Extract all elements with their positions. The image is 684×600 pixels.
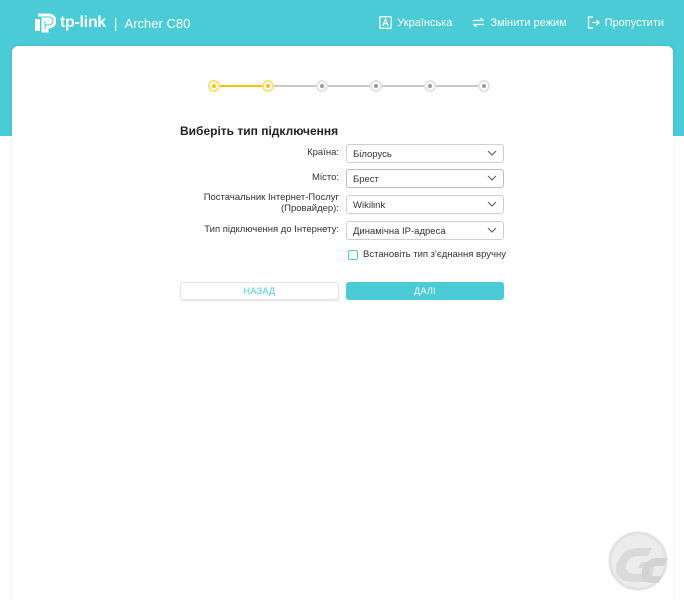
stepper-step-1: [208, 80, 220, 92]
city-select[interactable]: Брест: [346, 169, 504, 188]
top-header: tp-link | Archer C80 Українська Змінити …: [0, 0, 684, 46]
next-button[interactable]: ДАЛІ: [346, 282, 504, 300]
stepper-connector: [220, 85, 262, 87]
connection-type-label: Тип підключення до Інтернету:: [204, 224, 339, 235]
chevron-down-icon: [487, 150, 497, 156]
isp-label-line1: Постачальник Інтернет-Послуг: [203, 192, 339, 203]
city-value: Брест: [353, 174, 379, 185]
site-watermark-logo: [608, 531, 668, 591]
city-row: Місто: Брест: [180, 169, 505, 188]
country-select[interactable]: Білорусь: [346, 144, 504, 163]
brand-name: tp-link: [60, 14, 106, 31]
page-title: Виберіть тип підключення: [180, 124, 339, 138]
tplink-logo-icon: [35, 13, 56, 33]
country-label: Країна:: [307, 147, 339, 158]
stepper-step-2: [262, 80, 274, 92]
language-button[interactable]: Українська: [379, 16, 452, 29]
switch-mode-label: Змінити режим: [490, 16, 567, 29]
country-row: Країна: Білорусь: [180, 144, 505, 163]
isp-label: Постачальник Інтернет-Послуг (Провайдер)…: [204, 192, 339, 214]
stepper-connector: [382, 85, 424, 87]
stepper-connector: [436, 85, 478, 87]
skip-button[interactable]: Пропустити: [587, 16, 664, 29]
chevron-down-icon: [487, 201, 497, 207]
wizard-card: Виберіть тип підключення Країна: Білорус…: [12, 46, 673, 600]
skip-icon: [587, 16, 600, 29]
header-actions: Українська Змінити режим Пропустити: [379, 16, 664, 29]
switch-mode-icon: [472, 17, 485, 28]
brand: tp-link | Archer C80: [34, 12, 190, 34]
isp-select[interactable]: Wikilink: [346, 195, 504, 214]
tplink-logo: tp-link: [34, 12, 106, 34]
stepper-connector: [274, 85, 316, 87]
language-icon: [379, 16, 393, 29]
brand-separator: |: [113, 15, 118, 31]
stepper-step-5: [424, 80, 436, 92]
isp-row: Постачальник Інтернет-Послуг (Провайдер)…: [180, 192, 505, 214]
stepper-connector: [328, 85, 370, 87]
language-label: Українська: [397, 16, 453, 29]
isp-value: Wikilink: [353, 200, 386, 211]
city-label: Місто:: [312, 172, 339, 183]
chevron-down-icon: [487, 227, 497, 233]
isp-label-line2: (Провайдер):: [280, 203, 339, 214]
manual-connection-label: Встановіть тип з'єднання вручну: [363, 249, 506, 260]
chevron-down-icon: [487, 175, 497, 181]
skip-label: Пропустити: [604, 16, 664, 29]
model-name: Archer C80: [124, 15, 191, 31]
progress-stepper: [208, 79, 498, 93]
stepper-step-3: [316, 80, 328, 92]
manual-connection-option[interactable]: Встановіть тип з'єднання вручну: [348, 249, 506, 260]
back-button[interactable]: НАЗАД: [180, 282, 339, 300]
switch-mode-button[interactable]: Змінити режим: [472, 16, 567, 29]
manual-connection-checkbox[interactable]: [348, 249, 358, 260]
connection-type-row: Тип підключення до Інтернету: Динамічна …: [180, 221, 505, 240]
stepper-step-4: [370, 80, 382, 92]
connection-type-value: Динамічна IP-адреса: [353, 226, 446, 237]
country-value: Білорусь: [353, 149, 392, 160]
stepper-step-6: [478, 80, 490, 92]
connection-type-select[interactable]: Динамічна IP-адреса: [346, 221, 504, 240]
